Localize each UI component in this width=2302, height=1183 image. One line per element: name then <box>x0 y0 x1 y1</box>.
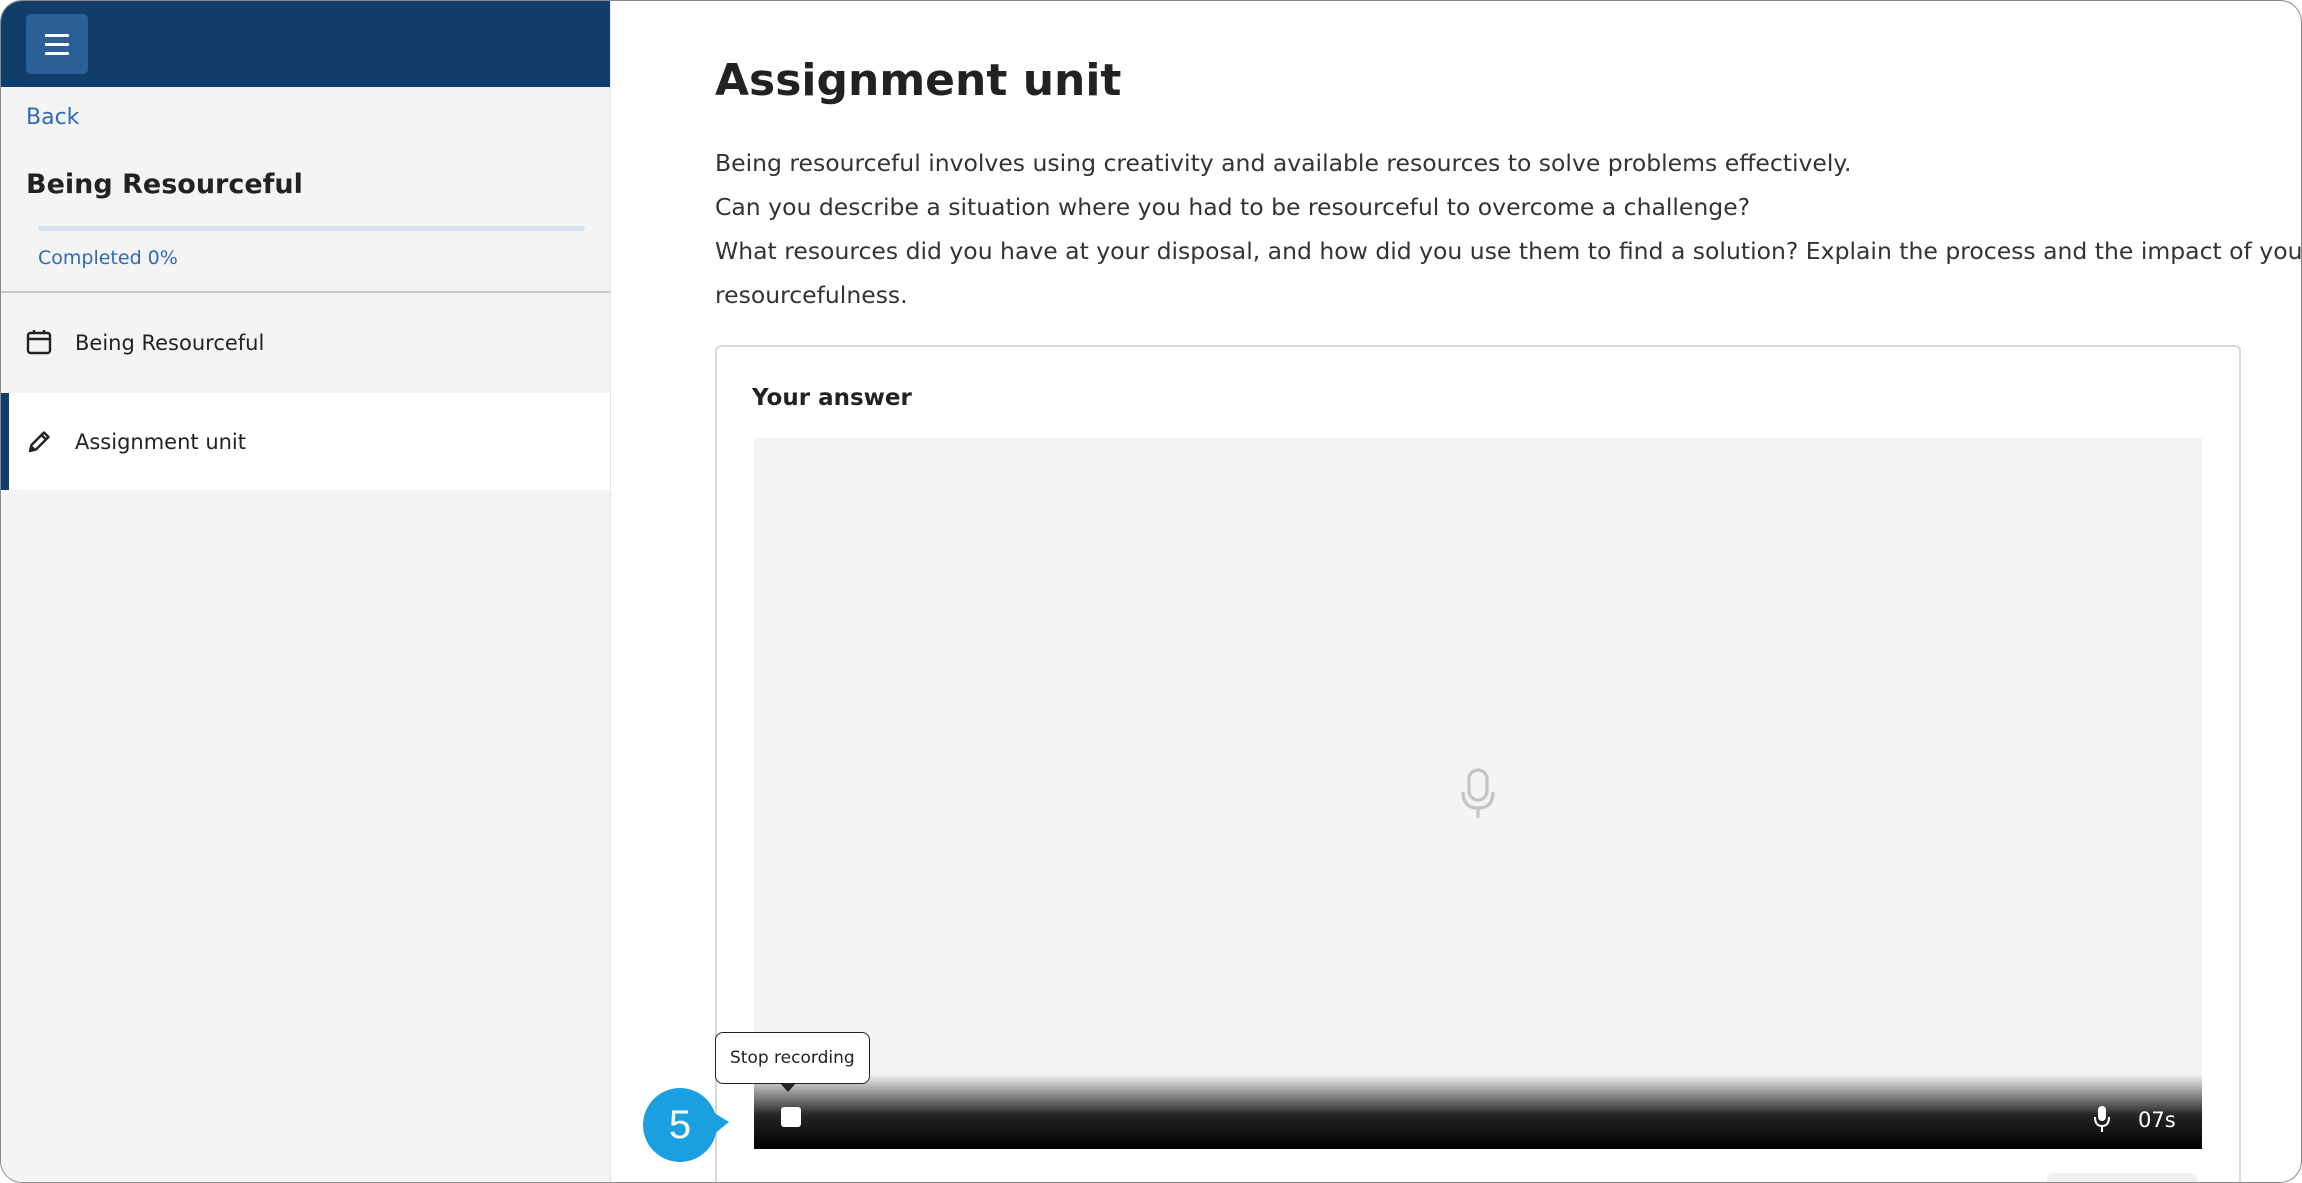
question-line: Being resourceful involves using creativ… <box>715 149 1852 177</box>
recorder-controls: 07s <box>754 1074 2202 1149</box>
back-link[interactable]: Back <box>26 105 79 130</box>
sidebar-item-label: Being Resourceful <box>75 330 265 355</box>
stop-icon <box>781 1107 801 1127</box>
answer-card: Your answer 07s <box>715 345 2241 1182</box>
app-window: Back Being Resourceful Completed 0% Bein… <box>0 0 2302 1183</box>
question-line: resourcefulness. <box>715 281 908 309</box>
step-number: 5 <box>668 1102 692 1147</box>
answer-label: Your answer <box>752 385 912 411</box>
pencil-icon <box>28 431 50 453</box>
sidebar-topbar <box>1 1 610 87</box>
recording-timer: 07s <box>2138 1108 2176 1132</box>
sidebar: Back Being Resourceful Completed 0% Bein… <box>1 1 611 1182</box>
hamburger-menu-icon <box>45 33 69 37</box>
page-title: Assignment unit <box>715 55 1122 106</box>
stop-recording-tooltip: Stop recording <box>715 1032 870 1092</box>
hamburger-menu-button[interactable] <box>26 14 88 74</box>
course-title: Being Resourceful <box>26 169 303 200</box>
question-line: What resources did you have at your disp… <box>715 237 2302 265</box>
stop-recording-button[interactable] <box>779 1105 803 1129</box>
progress-label: Completed 0% <box>38 247 178 269</box>
main-content: Assignment unit Being resourceful involv… <box>611 1 2301 1182</box>
question-line: Can you describe a situation where you h… <box>715 193 1751 221</box>
sidebar-item-being-resourceful[interactable]: Being Resourceful <box>1 294 610 391</box>
microphone-icon <box>1461 768 1495 818</box>
calendar-box-icon <box>26 330 52 355</box>
microphone-icon <box>2094 1106 2110 1132</box>
sidebar-divider <box>1 291 610 293</box>
sidebar-item-label: Assignment unit <box>75 429 247 454</box>
progress-bar <box>38 226 585 231</box>
step-annotation-badge: 5 <box>643 1088 729 1162</box>
bottom-button-partial[interactable] <box>2047 1173 2197 1182</box>
audio-recorder: 07s <box>754 438 2202 1149</box>
sidebar-item-assignment-unit[interactable]: Assignment unit <box>1 393 610 490</box>
active-indicator <box>1 393 9 490</box>
